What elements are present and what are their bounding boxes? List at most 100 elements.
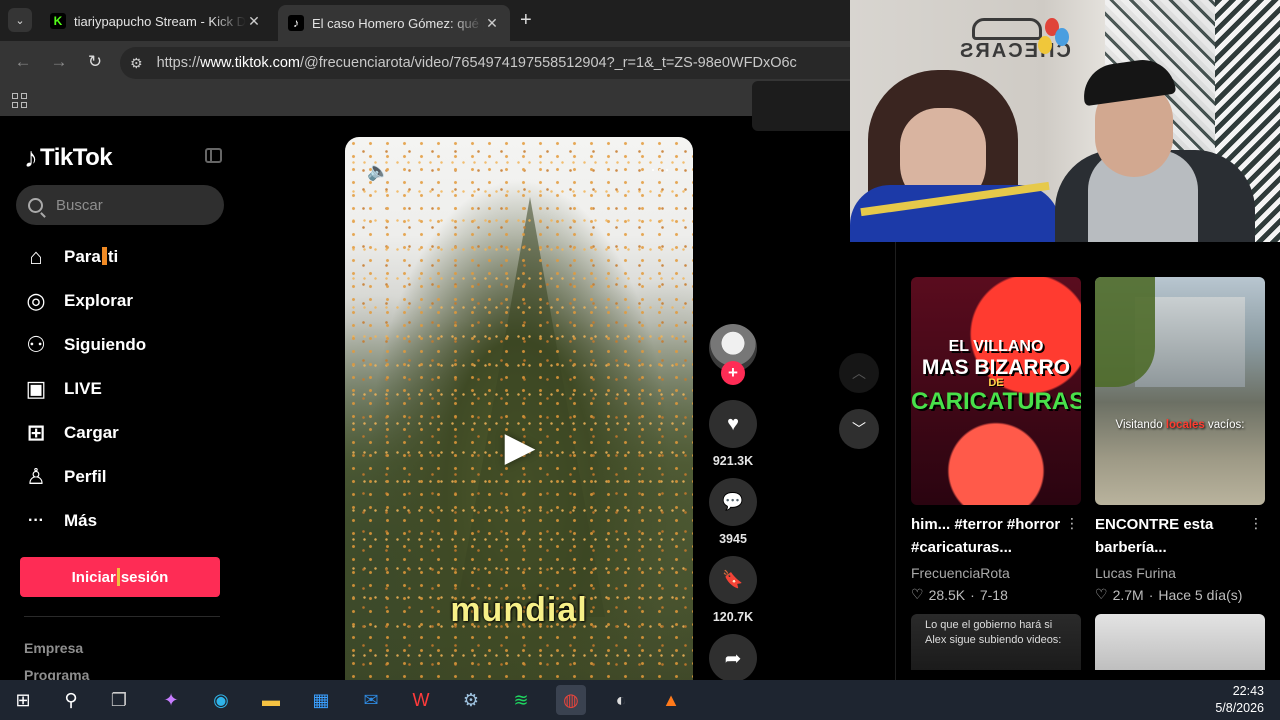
outlook-icon[interactable]: ✉ [356,685,386,715]
main-nav: ⌂ Para ti ◎ Explorar ⚇ Siguiendo ▣ LIVE ⊞… [22,235,147,543]
copilot-icon[interactable]: ✦ [156,685,186,715]
nav-item-siguiendo[interactable]: ⚇ Siguiendo [22,323,146,367]
kebab-menu-icon[interactable]: ⋮ [1249,515,1263,532]
spotify-icon[interactable]: ≋ [506,685,536,715]
screen: { "browser": { "tabs": [ {"title": "tiar… [0,0,1280,720]
task-view-icon[interactable]: ❐ [104,685,134,715]
clock-time: 22:43 [1232,684,1264,698]
wps-icon[interactable]: W [406,685,436,715]
search-icon[interactable]: ⚲ [56,685,86,715]
back-button[interactable]: ← [12,52,34,72]
start-icon[interactable]: ⊞ [8,685,38,715]
tab-title: El caso Homero Gómez: qué pa [312,15,484,31]
recommended-video-card[interactable]: EL VILLANO MAS BIZARRO DE CARICATURAS hi… [911,277,1081,603]
heart-outline-icon: ♡ [1095,586,1108,602]
text-cursor [116,568,120,586]
url-field[interactable]: ⚙ https://www.tiktok.com/@frecuenciarota… [120,47,850,79]
more-options-icon[interactable]: ··· [650,159,671,180]
search-box[interactable] [16,185,224,225]
bookmark-icon: 🔖 [722,570,744,589]
reload-button[interactable]: ↻ [84,52,106,72]
tab-tiktok[interactable]: ♪ El caso Homero Gómez: qué pa ✕ [278,5,510,41]
obs-icon[interactable]: ◐ [606,685,636,715]
webcam-car-sign [972,18,1042,40]
apps-grid-icon[interactable] [12,93,27,108]
chrome-icon[interactable]: ◍ [556,685,586,715]
previous-video-button[interactable]: ︿ [839,353,879,393]
close-icon[interactable]: ✕ [246,13,262,30]
nav-item-live[interactable]: ▣ LIVE [22,367,146,411]
edge-icon[interactable]: ◉ [206,685,236,715]
card-author[interactable]: FrecuenciaRota [911,565,1081,581]
kick-icon: K [50,13,66,29]
card-stats: ♡ 2.7M · Hace 5 día(s) [1095,586,1243,603]
tab-kick[interactable]: K tiariypapucho Stream - Kick Da ✕ [40,6,272,36]
play-icon: ▶ [504,425,536,469]
more-dots-icon: ··· [28,512,44,529]
recommended-video-card[interactable]: Visitando locales vacíos: ENCONTRE esta … [1095,277,1265,603]
volume-icon[interactable]: 🔈 [367,161,389,182]
thumbnail-text: Visitando locales vacíos: [1115,419,1245,431]
collapse-sidebar-icon[interactable] [205,148,222,163]
explorer-icon[interactable]: ▬ [256,685,286,715]
card-title[interactable]: ENCONTRE esta barbería... [1095,513,1249,559]
video-thumbnail[interactable]: Lo que el gobierno hará si Alex sigue su… [911,614,1081,670]
browser-tab-bar: ⌄ K tiariypapucho Stream - Kick Da ✕ ♪ E… [0,0,850,41]
heart-outline-icon: ♡ [911,586,924,602]
nav-item-para-ti[interactable]: ⌂ Para ti [22,235,146,279]
site-settings-icon[interactable]: ⚙ [130,55,143,72]
video-caption: mundial [450,591,588,629]
card-stats: ♡ 28.5K · 7-18 [911,586,1008,603]
tab-search-button[interactable]: ⌄ [8,8,32,32]
store-icon[interactable]: ▦ [306,685,336,715]
next-video-button[interactable]: ﹀ [839,409,879,449]
nav-label: Siguiendo [64,335,147,354]
chevron-down-icon: ﹀ [852,421,866,437]
like-button[interactable]: ♥ [709,400,757,448]
webcam-overlay: CHECARS [850,0,1280,242]
compass-icon: ◎ [26,288,46,313]
search-input[interactable] [56,196,206,214]
login-button[interactable]: Iniciar sesión [20,557,220,597]
search-icon [28,197,43,213]
profile-icon: ♙ [26,464,46,489]
nav-item-perfil[interactable]: ♙ Perfil [22,455,146,499]
tab-title: tiariypapucho Stream - Kick Da [74,13,246,29]
save-count: 120.7K [712,610,754,624]
thumbnail-text: EL VILLANO MAS BIZARRO DE CARICATURAS [911,338,1081,415]
nav-item-mas[interactable]: ··· Más [22,499,146,543]
kebab-menu-icon[interactable]: ⋮ [1065,515,1079,532]
chevron-up-icon: ︿ [852,365,866,381]
comment-icon: 💬 [722,492,744,511]
system-clock[interactable]: 22:43 5/8/2026 [1215,683,1264,717]
steam-icon[interactable]: ⚙ [456,685,486,715]
nav-label: Cargar [64,423,119,442]
tiktok-note-icon: ♪ [24,142,38,173]
close-icon[interactable]: ✕ [484,15,500,32]
nav-label: Para ti [64,247,119,266]
forward-button[interactable]: → [48,52,70,72]
windows-taskbar: ⊞ ⚲ ❐ ✦ ◉ ▬ ▦ ✉ W ⚙ ≋ ◍ ◐ ▲ 22:43 5/8/2026 [0,680,1280,720]
nav-item-cargar[interactable]: ⊞ Cargar [22,411,146,455]
new-tab-button[interactable]: + [520,9,532,32]
video-thumbnail[interactable]: Visitando locales vacíos: [1095,277,1265,505]
share-button[interactable]: ➦ [709,634,757,682]
nav-item-explorar[interactable]: ◎ Explorar [22,279,146,323]
like-count: 921.3K [712,454,754,468]
card-title[interactable]: him... #terror #horror #caricaturas... [911,513,1065,559]
footer-link-empresa[interactable]: Empresa [24,640,83,656]
video-thumbnail[interactable]: EL VILLANO MAS BIZARRO DE CARICATURAS [911,277,1081,505]
browser-side-panel [752,81,850,131]
webcam-person-1-shirt [850,185,1060,242]
tiktok-logo[interactable]: ♪ TikTok [24,142,113,174]
app-icon[interactable]: ▲ [656,685,686,715]
card-author[interactable]: Lucas Furina [1095,565,1265,581]
video-thumbnail[interactable] [1095,614,1265,670]
comment-button[interactable]: 💬 [709,478,757,526]
play-button[interactable]: ▶ [490,425,550,469]
video-player[interactable]: 🔈 ··· ▶ mundial [345,137,693,680]
comment-count: 3945 [719,532,747,546]
follow-button[interactable]: + [721,361,745,385]
save-button[interactable]: 🔖 [709,556,757,604]
nav-label: LIVE [64,379,102,398]
